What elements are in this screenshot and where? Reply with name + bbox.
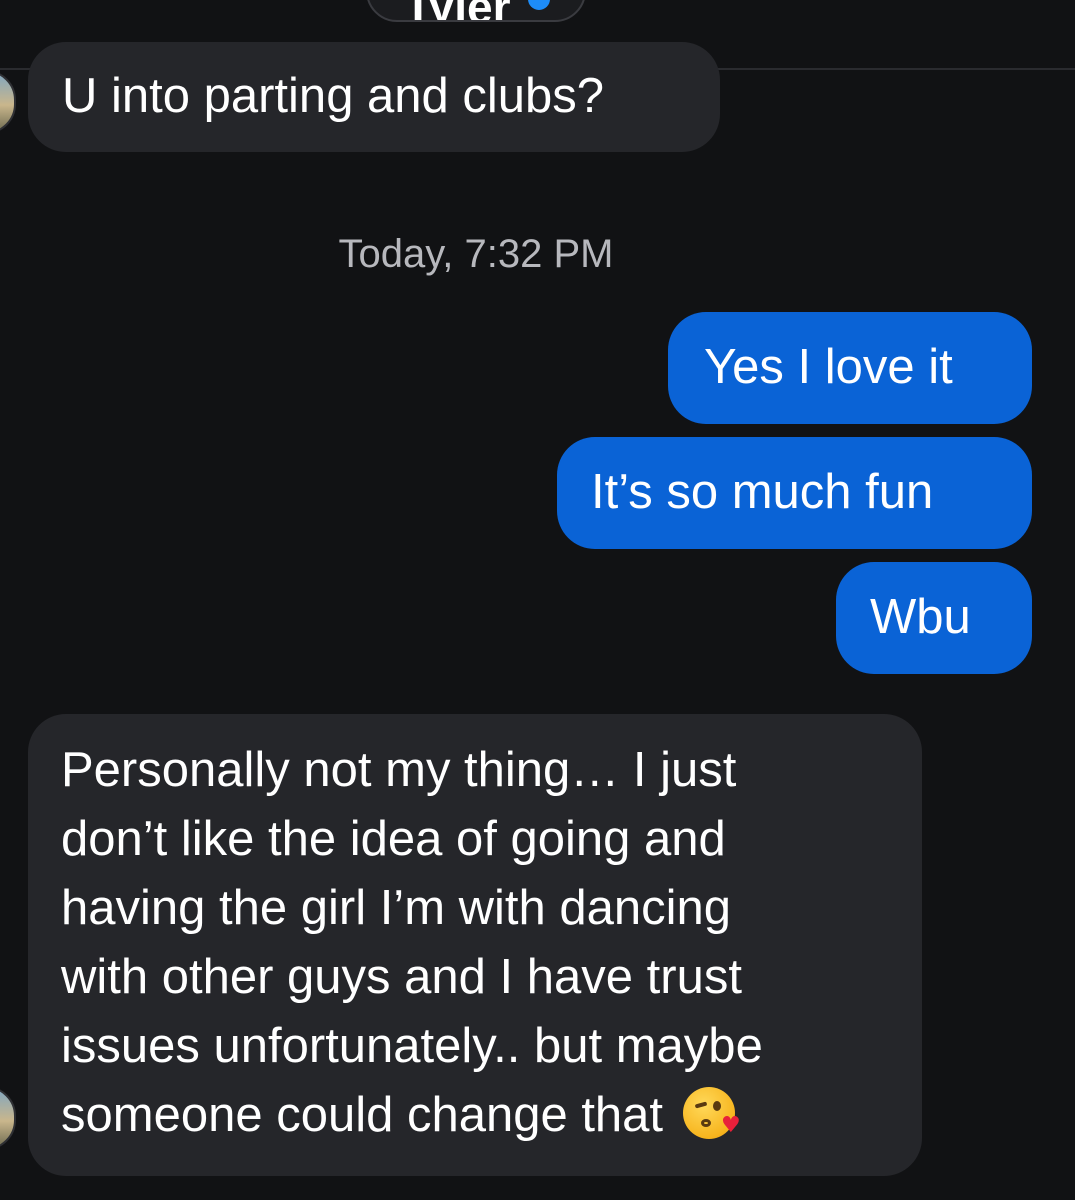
outgoing-message-bubble[interactable]: It’s so much fun bbox=[557, 437, 1032, 549]
message-line-last: someone could change that ♥ bbox=[61, 1081, 922, 1150]
outgoing-message-bubble[interactable]: Wbu bbox=[836, 562, 1032, 674]
contact-avatar[interactable] bbox=[0, 70, 16, 134]
contact-name: Tyler bbox=[404, 0, 511, 20]
verified-badge-icon bbox=[528, 0, 550, 10]
message-text: It’s so much fun bbox=[591, 465, 934, 519]
incoming-message-bubble[interactable]: Personally not my thing… I just don’t li… bbox=[28, 714, 922, 1176]
contact-name-pill[interactable]: Tyler bbox=[366, 0, 586, 22]
message-line: don’t like the idea of going and bbox=[61, 812, 726, 866]
message-text: U into parting and clubs? bbox=[62, 69, 605, 123]
face-blowing-a-kiss-icon: ♥ bbox=[682, 1087, 741, 1139]
incoming-message-bubble[interactable]: U into parting and clubs? bbox=[28, 42, 720, 152]
message-text: Wbu bbox=[870, 590, 971, 644]
message-line: Personally not my thing… I just bbox=[61, 743, 737, 797]
message-timestamp: Today, 7:32 PM bbox=[338, 232, 614, 276]
contact-avatar[interactable] bbox=[0, 1086, 16, 1150]
outgoing-message-bubble[interactable]: Yes I love it bbox=[668, 312, 1032, 424]
message-line: someone could change that bbox=[61, 1088, 664, 1142]
message-text: Yes I love it bbox=[704, 340, 953, 394]
message-line: issues unfortunately.. but maybe bbox=[61, 1019, 763, 1073]
message-line: having the girl I’m with dancing bbox=[61, 881, 732, 935]
message-line: with other guys and I have trust bbox=[61, 950, 742, 1004]
